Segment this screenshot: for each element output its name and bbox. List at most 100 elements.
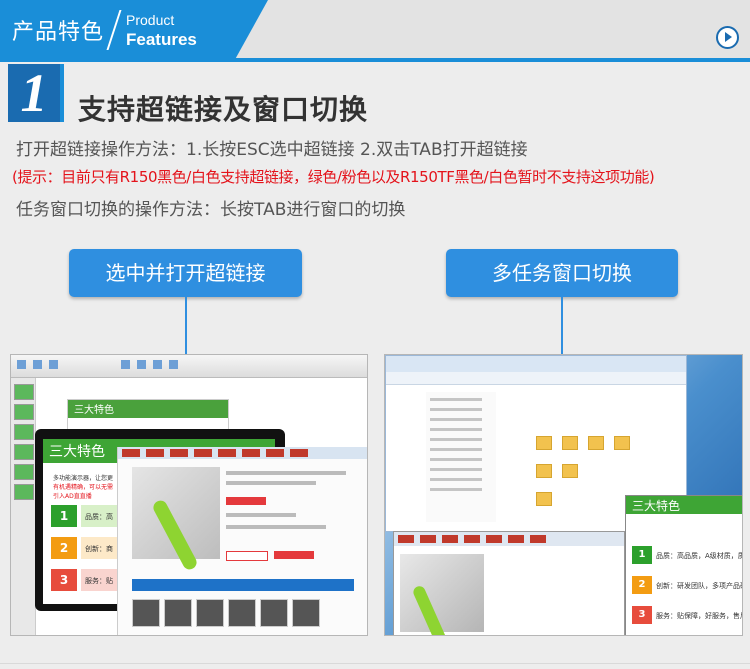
header-bar: 产品特色 Product Features xyxy=(0,0,750,62)
browser-tab[interactable] xyxy=(242,449,260,457)
product-thumbnail[interactable] xyxy=(164,599,192,627)
feature-number-1: 1 xyxy=(632,546,652,564)
explorer-title-bar xyxy=(386,356,686,372)
browser-tab[interactable] xyxy=(290,449,308,457)
product-thumbnail[interactable] xyxy=(228,599,256,627)
product-spec-line xyxy=(226,525,326,529)
tree-item[interactable] xyxy=(430,478,482,481)
tree-item[interactable] xyxy=(430,488,482,491)
slide-title: 三大特色 xyxy=(632,499,681,513)
product-photo xyxy=(132,467,220,572)
ppt-slide-window: 三大特色 1 品质：高品质，A级材质，质优 2 创新：研发团队，多项产品研发 3… xyxy=(625,495,743,635)
folder-icon[interactable] xyxy=(588,436,604,450)
product-thumbnail[interactable] xyxy=(196,599,224,627)
multitask-window-switch-button[interactable]: 多任务窗口切换 xyxy=(446,249,678,297)
tree-item[interactable] xyxy=(430,458,482,461)
product-thumbnail[interactable] xyxy=(260,599,288,627)
buy-now-button[interactable] xyxy=(226,551,268,561)
feature-text-2: 创新：商 xyxy=(85,545,113,553)
folder-icon[interactable] xyxy=(562,436,578,450)
left-connector-line xyxy=(185,297,187,354)
feature-number-3: 3 xyxy=(632,606,652,624)
browser-tab[interactable] xyxy=(146,449,164,457)
slide-thumbnail xyxy=(14,424,34,440)
bottom-divider xyxy=(0,663,750,664)
section-number: 1 xyxy=(8,64,60,122)
slide-bullet: 多功能演示器，让您更 xyxy=(53,475,114,482)
tree-item[interactable] xyxy=(430,408,482,411)
laser-pointer-pen xyxy=(411,584,449,635)
right-connector-line xyxy=(561,297,563,354)
slide-title: 三大特色 xyxy=(74,405,114,416)
promo-banner[interactable] xyxy=(132,579,354,591)
feature-text-1: 品质：高品质，A级材质，质优 xyxy=(656,552,743,560)
browser-tab[interactable] xyxy=(122,449,140,457)
feature-number-2: 2 xyxy=(51,537,77,559)
product-thumbnail[interactable] xyxy=(132,599,160,627)
slide-bullet-link[interactable]: 引入AD直直播 xyxy=(53,491,92,500)
tree-item[interactable] xyxy=(430,468,482,471)
folder-icon[interactable] xyxy=(562,464,578,478)
browser-tab-strip xyxy=(118,447,367,459)
slide-title-bar: 三大特色 xyxy=(626,496,742,514)
product-title-line xyxy=(226,481,316,485)
tablet-slide-title: 三大特色 xyxy=(49,444,105,460)
tree-item[interactable] xyxy=(430,418,482,421)
browser-tab[interactable] xyxy=(486,535,502,543)
ribbon-icon xyxy=(33,360,42,369)
window-switch-demo-screenshot: 三大特色 1 品质：高品质，A级材质，质优 2 创新：研发团队，多项产品研发 3… xyxy=(384,354,743,636)
add-to-cart-button[interactable] xyxy=(274,551,314,559)
product-title-line xyxy=(226,471,346,475)
ribbon-icon xyxy=(137,360,146,369)
price-tag xyxy=(226,497,266,505)
feature-number-3: 3 xyxy=(51,569,77,591)
feature-text-2: 创新：研发团队，多项产品研发 xyxy=(656,582,742,590)
ribbon-icon xyxy=(17,360,26,369)
hyperlink-instructions: 打开超链接操作方法：1.长按ESC选中超链接 2.双击TAB打开超链接 xyxy=(16,140,528,160)
slide-thumbnail xyxy=(14,404,34,420)
browser-tab[interactable] xyxy=(266,449,284,457)
slide-thumbnail-panel xyxy=(11,378,36,635)
header-title-en-product: Product xyxy=(126,12,175,28)
tree-item[interactable] xyxy=(430,438,482,441)
feature-number-2: 2 xyxy=(632,576,652,594)
folder-icon[interactable] xyxy=(536,492,552,506)
ribbon-icon xyxy=(153,360,162,369)
browser-tab[interactable] xyxy=(530,535,546,543)
ribbon-icon xyxy=(121,360,130,369)
browser-tab-strip xyxy=(394,532,624,546)
folder-icon[interactable] xyxy=(536,436,552,450)
ribbon-icon xyxy=(49,360,58,369)
tree-item[interactable] xyxy=(430,428,482,431)
browser-tab[interactable] xyxy=(170,449,188,457)
section-title: 支持超链接及窗口切换 xyxy=(78,93,369,126)
browser-tab[interactable] xyxy=(398,535,414,543)
header-title-cn: 产品特色 xyxy=(12,20,105,45)
browser-tab[interactable] xyxy=(464,535,480,543)
feature-text-3: 服务：贴 xyxy=(85,577,113,585)
tree-item[interactable] xyxy=(430,448,482,451)
browser-tab[interactable] xyxy=(218,449,236,457)
explorer-toolbar xyxy=(386,372,686,385)
browser-tab[interactable] xyxy=(194,449,212,457)
slide-thumbnail xyxy=(14,384,34,400)
product-thumbnail[interactable] xyxy=(292,599,320,627)
select-open-hyperlink-button[interactable]: 选中并打开超链接 xyxy=(69,249,302,297)
tree-item[interactable] xyxy=(430,398,482,401)
browser-tab[interactable] xyxy=(508,535,524,543)
hyperlink-demo-screenshot: 三大特色 三大特色 多功能演示器，让您更 有机遇精确，可以无需 引入AD直直播 … xyxy=(10,354,368,636)
product-spec-line xyxy=(226,513,296,517)
laser-pointer-pen xyxy=(150,498,200,572)
folder-tree xyxy=(426,392,496,522)
play-circle-icon[interactable] xyxy=(716,26,739,49)
browser-tab[interactable] xyxy=(420,535,436,543)
feature-number-1: 1 xyxy=(51,505,77,527)
folder-icon[interactable] xyxy=(614,436,630,450)
browser-window xyxy=(393,531,625,635)
slide-bullet: 有机遇精确，可以无需 xyxy=(53,484,114,491)
folder-icon[interactable] xyxy=(536,464,552,478)
compatibility-note: (提示：目前只有R150黑色/白色支持超链接，绿色/粉色以及R150TF黑色/白… xyxy=(12,168,655,186)
slide-thumbnail xyxy=(14,464,34,480)
browser-tab[interactable] xyxy=(442,535,458,543)
header-title-en-features: Features xyxy=(126,30,197,49)
